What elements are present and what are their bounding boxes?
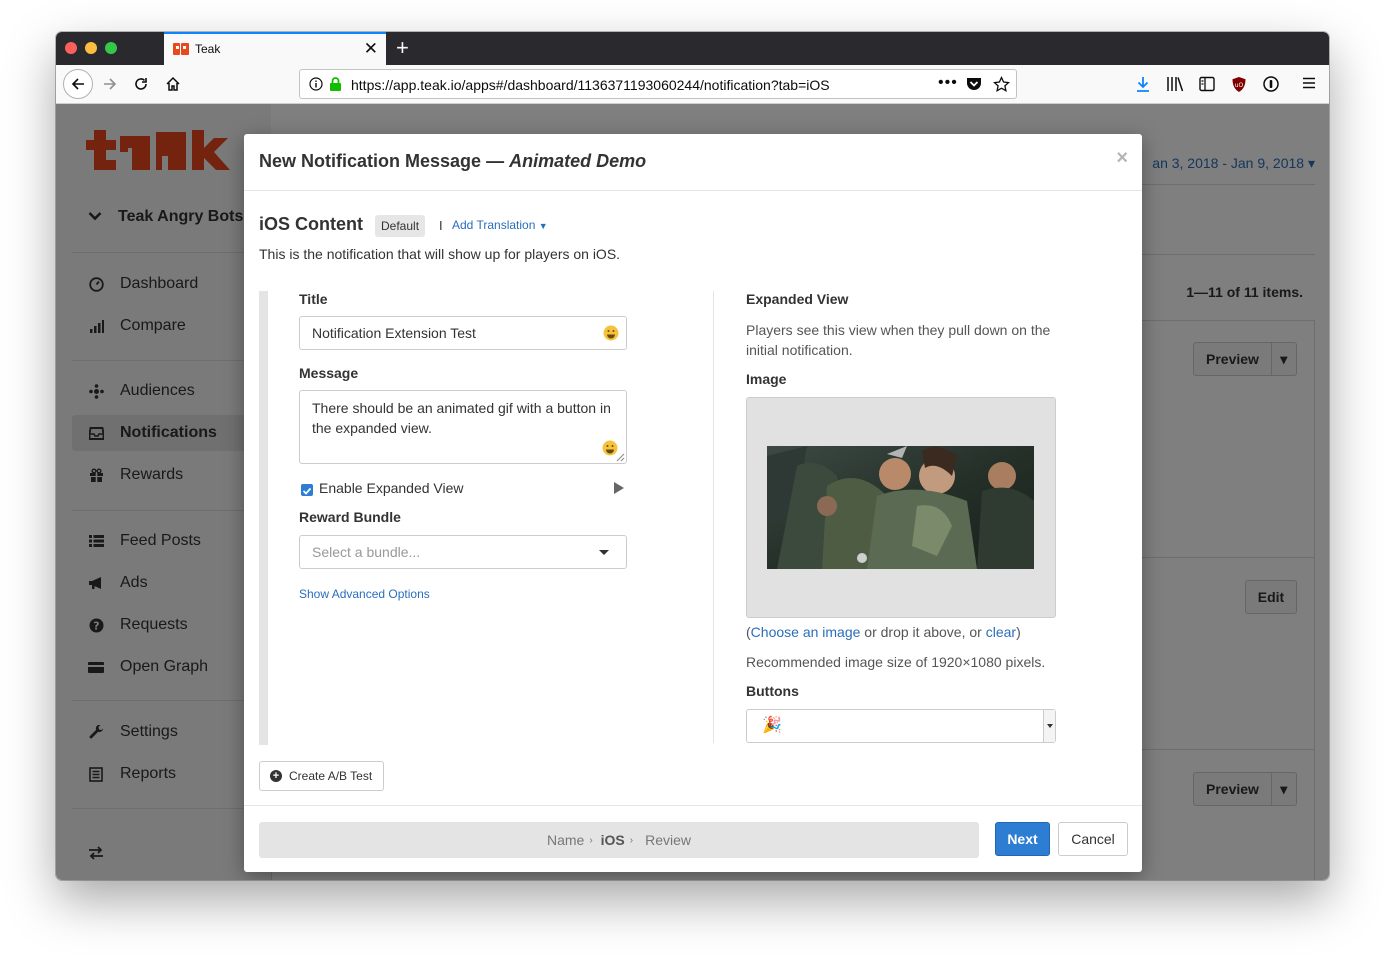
url-bar[interactable]: https://app.teak.io/apps#/dashboard/1136… — [299, 69, 1017, 99]
close-window-button[interactable] — [65, 42, 77, 54]
enable-expanded-checkbox[interactable] — [301, 484, 313, 496]
back-arrow-icon — [71, 78, 84, 90]
step-review[interactable]: Review — [645, 832, 691, 848]
reload-button[interactable] — [127, 70, 155, 98]
svg-text:uO: uO — [1235, 82, 1244, 89]
enable-expanded-label[interactable]: Enable Expanded View — [319, 480, 464, 496]
modal-header: New Notification Message — Animated Demo… — [244, 134, 1142, 191]
buttons-select[interactable]: 🎉 — [746, 709, 1056, 743]
page-actions-icon[interactable]: ••• — [938, 74, 958, 92]
tab-title: Teak — [195, 42, 221, 56]
variant-indicator-bar — [259, 291, 268, 745]
gif-preview-image — [767, 446, 1034, 569]
lock-icon[interactable] — [329, 77, 342, 92]
clear-image-link[interactable]: clear — [986, 624, 1016, 640]
step-separator: › — [629, 834, 634, 846]
emoji-picker-icon[interactable] — [603, 325, 619, 341]
message-textarea[interactable]: There should be an animated gif with a b… — [299, 390, 627, 464]
url-text[interactable]: https://app.teak.io/apps#/dashboard/1136… — [351, 77, 830, 93]
title-label: Title — [299, 291, 328, 307]
expanded-view-heading: Expanded View — [746, 291, 849, 307]
caret-down-icon — [599, 550, 609, 555]
home-button[interactable] — [159, 70, 187, 98]
modal-close-button[interactable]: × — [1116, 147, 1128, 170]
image-or-drop-text: or drop it above, or — [860, 624, 986, 640]
new-tab-button[interactable]: + — [396, 35, 409, 61]
image-label: Image — [746, 371, 787, 387]
separator: I — [439, 218, 443, 233]
new-notification-modal: New Notification Message — Animated Demo… — [244, 134, 1142, 872]
image-dropzone[interactable] — [746, 397, 1056, 618]
section-heading: iOS Content — [259, 214, 363, 234]
ublock-icon[interactable]: uO — [1231, 76, 1247, 93]
step-name[interactable]: Name — [547, 832, 584, 848]
show-advanced-options-link[interactable]: Show Advanced Options — [299, 587, 430, 601]
resize-handle-icon[interactable] — [616, 453, 625, 462]
title-dash: — — [486, 151, 505, 171]
browser-window: Teak ✕ + https://app.teak.io/apps#/dashb… — [56, 32, 1329, 880]
navigation-toolbar: https://app.teak.io/apps#/dashboard/1136… — [56, 65, 1329, 104]
info-icon[interactable] — [309, 77, 323, 91]
party-popper-icon: 🎉 — [762, 717, 782, 734]
message-textarea-value: There should be an animated gif with a b… — [312, 400, 611, 436]
caret-down-icon: ▼ — [538, 221, 548, 231]
image-size-note: Recommended image size of 1920×1080 pixe… — [746, 654, 1046, 670]
zoom-window-button[interactable] — [105, 42, 117, 54]
cancel-button[interactable]: Cancel — [1058, 822, 1128, 856]
browser-tab[interactable]: Teak ✕ — [164, 32, 386, 65]
password-manager-icon[interactable] — [1263, 76, 1279, 92]
reward-bundle-label: Reward Bundle — [299, 509, 401, 525]
teak-favicon-icon — [173, 43, 189, 55]
intro-text: This is the notification that will show … — [259, 246, 621, 262]
title-input[interactable]: Notification Extension Test — [299, 316, 627, 350]
forward-button[interactable] — [96, 70, 124, 98]
tab-bar: Teak ✕ + — [56, 32, 1329, 65]
buttons-select-caret[interactable] — [1043, 710, 1055, 742]
modal-app-name: Animated Demo — [509, 151, 647, 171]
reload-icon — [135, 78, 147, 90]
modal-footer: Name › iOS › Review Next Cancel — [244, 805, 1142, 872]
default-badge: Default — [375, 215, 426, 237]
caret-down-icon — [1047, 724, 1053, 728]
tab-close-icon[interactable]: ✕ — [364, 39, 378, 59]
hamburger-menu-icon[interactable] — [1302, 76, 1316, 90]
title-input-value: Notification Extension Test — [312, 325, 476, 341]
checkmark-icon — [302, 487, 312, 495]
image-actions: (Choose an image or drop it above, or cl… — [746, 622, 1021, 642]
create-ab-test-button[interactable]: + Create A/B Test — [259, 761, 384, 791]
create-ab-test-label: Create A/B Test — [289, 769, 373, 783]
message-label: Message — [299, 365, 359, 381]
paren-close: ) — [1016, 624, 1021, 640]
library-icon[interactable] — [1166, 76, 1184, 92]
buttons-label: Buttons — [746, 683, 799, 699]
minimize-window-button[interactable] — [85, 42, 97, 54]
expanded-view-description: Players see this view when they pull dow… — [746, 322, 1051, 358]
modal-title-text: New Notification Message — [259, 151, 482, 171]
choose-image-link[interactable]: Choose an image — [751, 624, 861, 640]
add-translation-dropdown[interactable]: Add Translation ▼ — [452, 218, 548, 232]
column-divider — [713, 291, 714, 743]
step-ios[interactable]: iOS — [601, 832, 625, 848]
back-button[interactable] — [63, 69, 93, 99]
play-arrow-icon[interactable] — [614, 482, 624, 494]
download-icon[interactable] — [1135, 76, 1151, 93]
forward-arrow-icon — [104, 78, 117, 90]
page-content: Teak Angry Bots Dashboard Compare Audien… — [56, 104, 1329, 880]
wizard-steps: Name › iOS › Review — [259, 822, 979, 858]
plus-circle-icon: + — [270, 770, 282, 782]
modal-title: New Notification Message — Animated Demo — [259, 151, 646, 172]
next-button[interactable]: Next — [995, 822, 1050, 856]
bookmark-star-icon[interactable] — [993, 76, 1010, 93]
add-translation-label: Add Translation — [452, 218, 536, 232]
pocket-icon[interactable] — [966, 77, 982, 92]
reward-bundle-placeholder: Select a bundle... — [312, 544, 421, 560]
sidebar-toggle-icon[interactable] — [1199, 76, 1215, 92]
reward-bundle-select[interactable]: Select a bundle... — [299, 535, 627, 569]
home-icon — [166, 76, 180, 91]
step-separator: › — [589, 834, 593, 846]
